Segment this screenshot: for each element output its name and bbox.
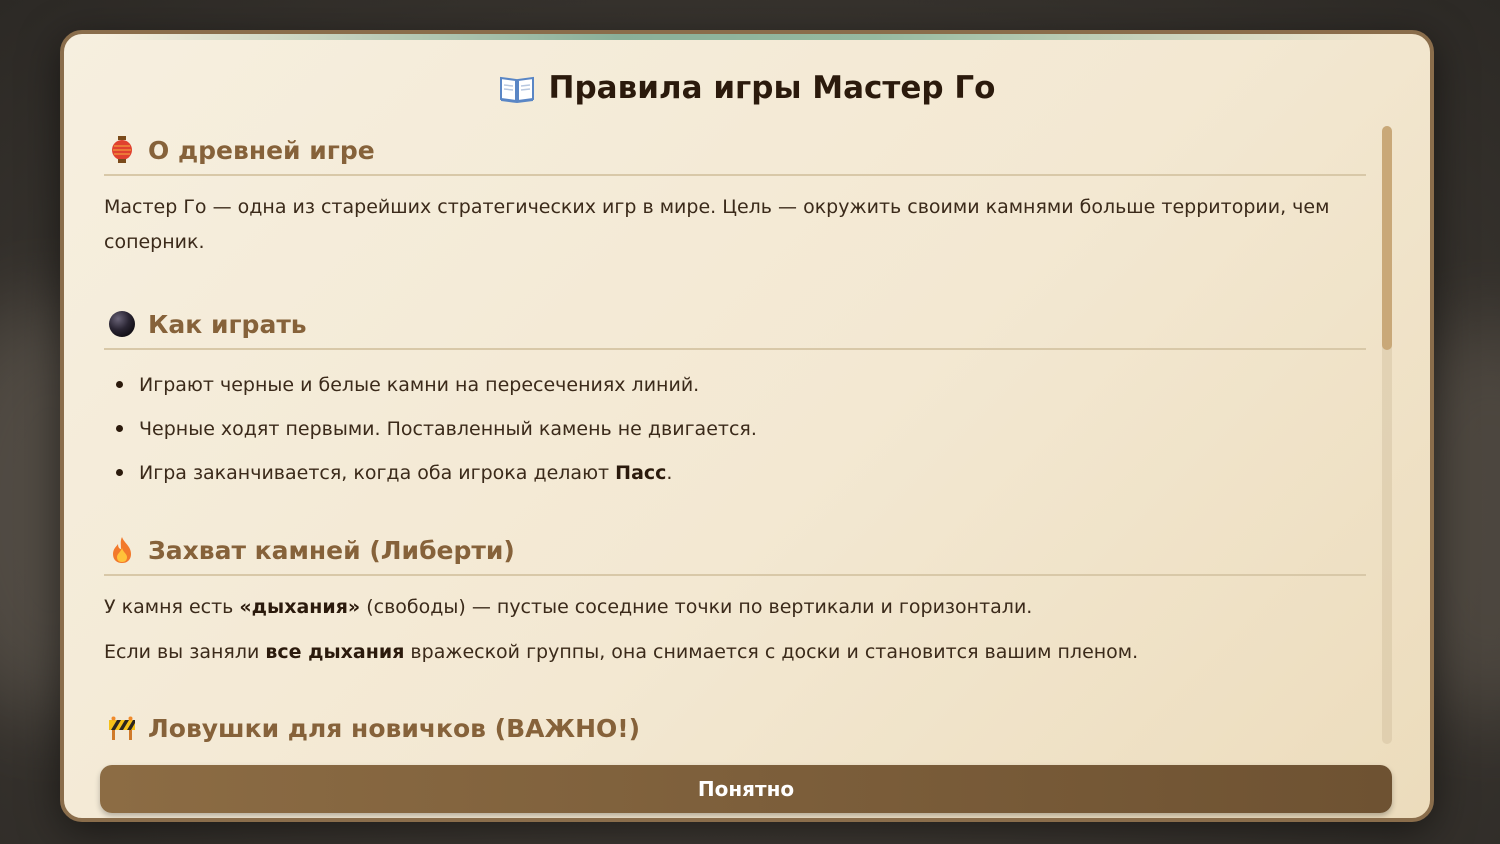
section-heading-text: Ловушки для новичков (ВАЖНО!) [148,713,641,743]
section-heading: Как играть [104,300,1366,350]
section-traps: Ловушки для новичков (ВАЖНО!) [104,704,1366,746]
section-heading: Ловушки для новичков (ВАЖНО!) [104,704,1366,746]
section-heading-text: Как играть [148,309,307,339]
section-about: О древней игре Мастер Го — одна из старе… [104,126,1366,260]
section-heading: О древней игре [104,126,1366,176]
section-heading-text: О древней игре [148,135,375,165]
section-paragraph: Мастер Го — одна из старейших стратегиче… [104,196,1330,253]
modal-title-text: Правила игры Мастер Го [548,70,996,106]
pass-keyword: Пасс [615,462,667,484]
section-how-to-play: Как играть Играют черные и белые камни н… [104,300,1366,495]
modal-title: Правила игры Мастер Го [64,66,1430,110]
scrollbar-thumb[interactable] [1382,126,1392,350]
list-item: Играют черные и белые камни на пересечен… [104,363,1366,407]
list-item: Черные ходят первыми. Поставленный камен… [104,407,1366,451]
black-circle-icon [108,310,136,338]
modal-accent-line [104,34,1390,40]
section-heading: Захват камней (Либерти) [104,526,1366,576]
construction-barrier-icon [108,714,136,742]
open-book-icon [499,73,535,103]
rules-scroll-area[interactable]: О древней игре Мастер Го — одна из старе… [104,126,1366,746]
rules-list: Играют черные и белые камни на пересечен… [104,363,1366,495]
section-heading-text: Захват камней (Либерти) [148,535,515,565]
understood-button[interactable]: Понятно [100,765,1392,813]
list-item: Игра заканчивается, когда оба игрока дел… [104,451,1366,495]
section-capture: Захват камней (Либерти) У камня есть «ды… [104,526,1366,670]
fire-icon [108,536,136,564]
section-paragraph: Если вы заняли все дыхания вражеской гру… [104,641,1139,663]
red-lantern-icon [108,136,136,164]
scrollbar[interactable] [1382,126,1392,744]
section-paragraph: У камня есть «дыхания» (свободы) — пусты… [104,596,1033,618]
rules-modal: Правила игры Мастер Го О древней игре Ма… [60,30,1434,822]
